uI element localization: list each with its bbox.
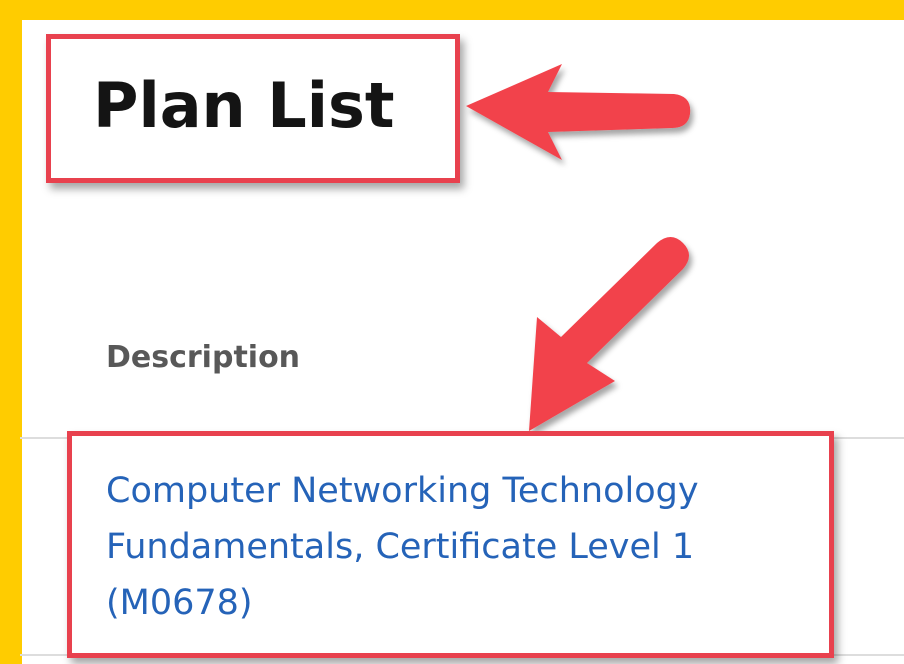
page-title: Plan List bbox=[93, 69, 395, 142]
callout-arrow-down-icon bbox=[529, 237, 689, 431]
plan-highlight-box: Computer Networking Technology Fundament… bbox=[67, 431, 834, 658]
column-header-description: Description bbox=[106, 340, 301, 375]
plan-link[interactable]: Computer Networking Technology Fundament… bbox=[106, 463, 826, 631]
callout-arrow-left-icon bbox=[466, 64, 691, 160]
title-highlight-box: Plan List bbox=[46, 34, 460, 183]
